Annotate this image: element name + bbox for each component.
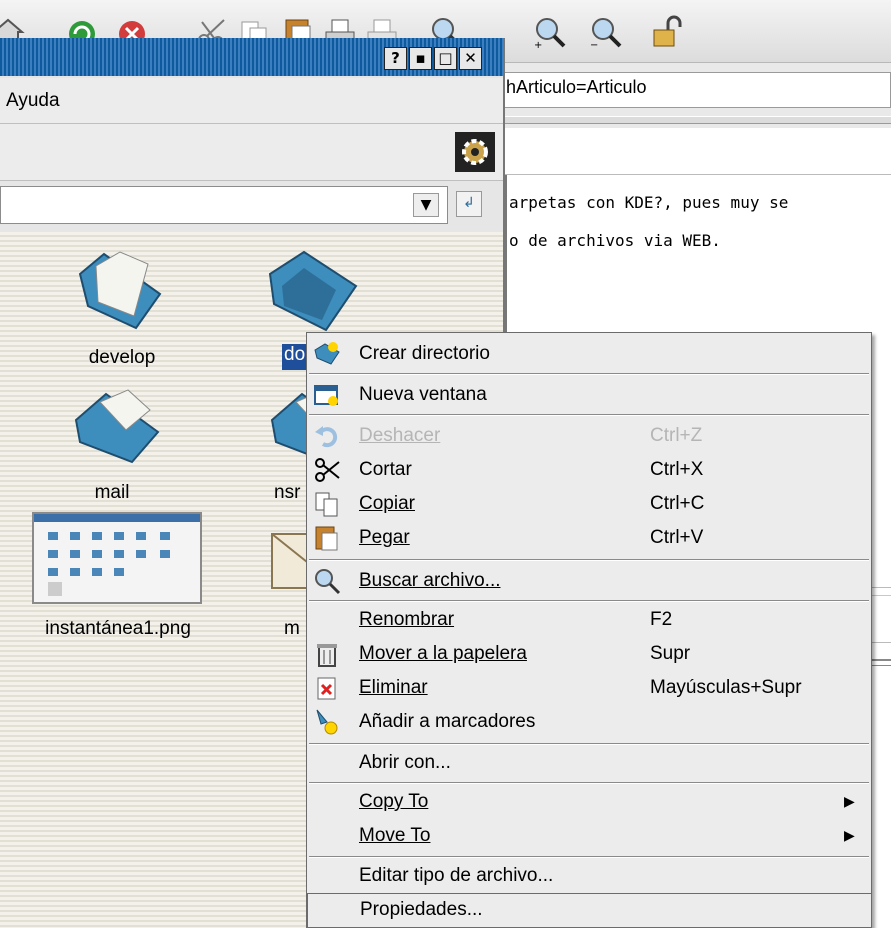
menu-item-pegar[interactable]: Pegar Ctrl+V <box>307 521 871 555</box>
close-button[interactable]: ✕ <box>459 47 482 70</box>
trash-icon <box>313 640 341 668</box>
file-label[interactable]: instantánea1.png <box>18 618 218 640</box>
menu-item-copy-to[interactable]: Copy To ▶ <box>307 785 871 819</box>
context-menu: Crear directorio Nueva ventana Deshacer … <box>306 332 872 928</box>
envelope-icon[interactable] <box>270 528 310 594</box>
file-label[interactable]: develop <box>60 347 184 369</box>
menu-item-buscar-archivo[interactable]: Buscar archivo... <box>307 564 871 598</box>
file-label[interactable]: mail <box>62 482 162 504</box>
menu-item-crear-directorio[interactable]: Crear directorio <box>307 337 871 371</box>
chevron-down-icon[interactable]: ▼ <box>413 193 439 217</box>
zoom-out-icon[interactable]: − <box>584 12 628 52</box>
file-label[interactable]: m <box>284 618 304 640</box>
toolbar-separator <box>497 116 891 124</box>
zoom-in-icon[interactable]: + <box>528 12 572 52</box>
menu-item-eliminar[interactable]: Eliminar Mayúsculas+Supr <box>307 671 871 705</box>
folder-icon[interactable] <box>70 380 166 470</box>
menu-item-abrir-con[interactable]: Abrir con... <box>307 746 871 780</box>
go-icon[interactable]: ↲ <box>456 191 482 217</box>
cut-icon <box>313 456 341 484</box>
location-combo[interactable]: ▼ <box>0 186 448 224</box>
url-field[interactable]: hArticulo=Articulo <box>497 72 891 108</box>
folder-icon[interactable] <box>266 380 310 470</box>
menu-item-move-to[interactable]: Move To ▶ <box>307 819 871 853</box>
minimize-button[interactable]: ▪ <box>409 47 432 70</box>
menu-bar: Ayuda <box>0 78 503 124</box>
folder-icon[interactable] <box>264 246 360 336</box>
menu-item-deshacer: Deshacer Ctrl+Z <box>307 419 871 453</box>
menu-item-anadir-marcadores[interactable]: Añadir a marcadores <box>307 705 871 739</box>
content-line: arpetas con KDE?, pues muy se <box>509 193 789 212</box>
menu-item-editar-tipo[interactable]: Editar tipo de archivo... <box>307 859 871 893</box>
submenu-arrow-icon: ▶ <box>844 827 855 843</box>
unlock-icon[interactable] <box>644 12 688 52</box>
menu-item-mover-papelera[interactable]: Mover a la papelera Supr <box>307 637 871 671</box>
menu-item-nueva-ventana[interactable]: Nueva ventana <box>307 378 871 412</box>
svg-text:+: + <box>534 40 542 50</box>
menu-help[interactable]: Ayuda <box>6 90 60 112</box>
window-titlebar[interactable]: ? ▪ □ ✕ <box>0 38 503 76</box>
svg-text:−: − <box>590 40 598 50</box>
menu-item-propiedades[interactable]: Propiedades... <box>307 893 871 927</box>
find-icon <box>313 567 341 595</box>
menu-item-cortar[interactable]: Cortar Ctrl+X <box>307 453 871 487</box>
help-button[interactable]: ? <box>384 47 407 70</box>
maximize-button[interactable]: □ <box>434 47 457 70</box>
bookmark-icon <box>313 708 341 736</box>
browser-status-area <box>497 128 891 175</box>
copy-icon <box>313 490 341 518</box>
delete-icon <box>313 674 341 702</box>
file-label[interactable]: nsr <box>274 482 306 504</box>
file-manager-toolbar <box>0 124 503 181</box>
content-line: o de archivos via WEB. <box>509 231 721 250</box>
new-window-icon <box>313 381 341 409</box>
paste-icon <box>313 524 341 552</box>
image-thumbnail[interactable] <box>32 512 202 604</box>
menu-item-renombrar[interactable]: Renombrar F2 <box>307 603 871 637</box>
submenu-arrow-icon: ▶ <box>844 793 855 809</box>
undo-icon <box>313 422 341 450</box>
menu-item-copiar[interactable]: Copiar Ctrl+C <box>307 487 871 521</box>
folder-icon[interactable] <box>74 246 170 336</box>
new-folder-icon <box>313 340 341 368</box>
kde-gear-icon[interactable] <box>455 132 495 172</box>
